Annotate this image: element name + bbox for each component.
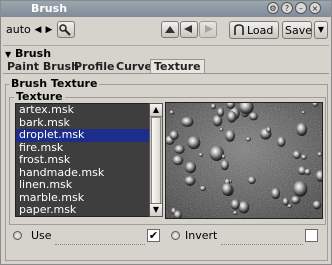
move-right-button[interactable] xyxy=(199,21,217,38)
list-item-selected[interactable]: droplet.msk xyxy=(16,128,162,142)
brush-window: Brush ⚙ ? – × auto ◀ ▶ Load Save ▼ ▼ Bru… xyxy=(0,0,332,265)
water-droplet xyxy=(266,126,272,133)
water-droplet xyxy=(247,176,256,185)
scroll-up-icon[interactable]: ▲ xyxy=(150,104,162,117)
invert-leader-line xyxy=(221,243,303,245)
water-droplet xyxy=(185,161,197,174)
water-droplet xyxy=(271,187,281,200)
water-droplet xyxy=(221,154,226,159)
use-leader-line xyxy=(55,243,145,245)
texture-preview xyxy=(165,102,323,219)
checkmark-icon: ✔ xyxy=(148,229,159,242)
water-droplet xyxy=(296,122,308,136)
water-droplet xyxy=(233,210,238,215)
list-scrollbar[interactable]: ▲ ▼ xyxy=(149,103,163,217)
move-left-button[interactable] xyxy=(180,21,198,38)
water-droplet xyxy=(293,181,308,197)
texture-options: Use ✔ Invert xyxy=(7,225,327,251)
water-droplet xyxy=(221,182,233,196)
tab-paint-brush[interactable]: Paint Brush xyxy=(7,60,79,74)
water-droplet xyxy=(172,155,184,166)
water-droplet xyxy=(292,150,301,159)
water-droplet xyxy=(312,200,322,210)
water-droplet xyxy=(210,103,216,110)
texture-list[interactable]: artex.msk bark.msk droplet.msk fire.msk … xyxy=(15,103,163,217)
window-title: Brush xyxy=(31,2,68,15)
water-droplet xyxy=(187,136,201,150)
brush-texture-group-label: Brush Texture xyxy=(9,77,100,90)
tab-curve[interactable]: Curve xyxy=(116,60,152,74)
water-droplet xyxy=(217,107,225,117)
invert-label: Invert xyxy=(185,229,218,242)
water-droplet xyxy=(245,137,251,142)
list-item[interactable]: linen.msk xyxy=(16,178,162,192)
droplet-texture-image xyxy=(166,103,322,218)
water-droplet xyxy=(227,111,237,123)
scroll-down-icon[interactable]: ▼ xyxy=(150,203,162,216)
water-droplet xyxy=(301,110,306,115)
water-droplet xyxy=(184,176,196,186)
water-droplet xyxy=(220,159,229,171)
water-droplet xyxy=(301,154,307,160)
water-droplet xyxy=(199,185,206,192)
load-label: Load xyxy=(247,24,274,37)
water-droplet xyxy=(198,152,204,157)
water-droplet xyxy=(225,129,236,142)
water-droplet xyxy=(169,110,175,115)
water-droplet xyxy=(169,130,179,140)
water-droplet xyxy=(304,168,311,176)
arrow-left-icon xyxy=(184,25,192,33)
water-droplet xyxy=(230,199,240,210)
use-checkbox[interactable]: ✔ xyxy=(147,229,160,242)
water-droplet xyxy=(249,112,258,121)
list-item[interactable]: paper.msk xyxy=(16,203,162,216)
arrow-up-icon xyxy=(165,26,175,33)
water-droplet xyxy=(181,116,194,127)
load-icon xyxy=(234,24,244,35)
water-droplet xyxy=(238,201,250,214)
title-bar[interactable]: Brush ⚙ ? – × xyxy=(1,1,331,17)
chevron-down-icon: ▼ xyxy=(317,25,325,34)
water-droplet xyxy=(174,144,185,154)
help-icon[interactable]: ? xyxy=(281,2,293,14)
toolbar: auto ◀ ▶ Load Save ▼ xyxy=(1,17,331,43)
water-droplet xyxy=(287,204,292,209)
link-icon xyxy=(59,24,71,36)
tab-underline xyxy=(3,73,329,74)
scroll-thumb[interactable] xyxy=(151,117,161,205)
use-keyframe-icon[interactable] xyxy=(13,231,22,240)
menu-button[interactable]: ▼ xyxy=(314,21,328,39)
section-label: Brush xyxy=(15,47,52,60)
save-button[interactable]: Save xyxy=(282,21,312,39)
save-label: Save xyxy=(285,24,313,37)
toolbar-separator xyxy=(3,45,329,46)
water-droplet xyxy=(290,195,301,205)
water-droplet xyxy=(277,136,286,148)
collapse-triangle-icon: ▼ xyxy=(5,50,12,59)
move-up-button[interactable] xyxy=(161,21,179,38)
water-droplet xyxy=(219,127,224,132)
next-preset-icon[interactable]: ▶ xyxy=(44,22,54,38)
close-icon[interactable]: × xyxy=(309,2,321,14)
load-button[interactable]: Load xyxy=(229,21,279,39)
link-button[interactable] xyxy=(57,21,75,38)
minimize-icon[interactable]: – xyxy=(295,2,307,14)
gear-icon[interactable]: ⚙ xyxy=(267,2,279,14)
invert-keyframe-icon[interactable] xyxy=(171,231,180,240)
tab-profile[interactable]: Profile xyxy=(74,60,114,74)
water-droplet xyxy=(282,197,289,206)
use-label: Use xyxy=(31,229,52,242)
tab-texture[interactable]: Texture xyxy=(150,59,205,74)
invert-checkbox[interactable] xyxy=(305,229,318,242)
texture-group-label: Texture xyxy=(14,90,65,103)
preset-field[interactable]: auto xyxy=(6,22,31,38)
prev-preset-icon[interactable]: ◀ xyxy=(33,22,43,38)
list-item[interactable]: frost.msk xyxy=(16,153,162,167)
arrow-right-icon xyxy=(205,25,213,33)
section-header-brush[interactable]: ▼ Brush xyxy=(5,47,51,60)
list-item[interactable]: artex.msk xyxy=(16,104,162,117)
water-droplet xyxy=(209,145,224,161)
